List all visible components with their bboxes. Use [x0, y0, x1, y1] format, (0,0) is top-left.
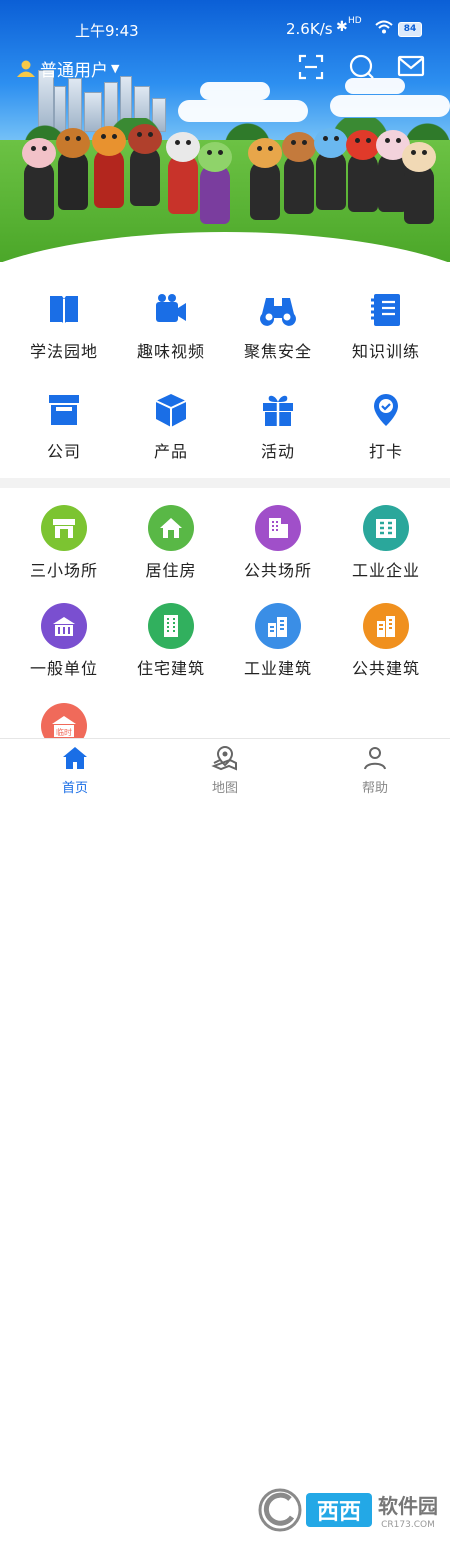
category-item-public-places[interactable]: 公共场所 [222, 505, 334, 581]
category-item-industrial-enterprise[interactable]: 工业企业 [330, 505, 442, 581]
notebook-icon [371, 294, 400, 326]
shop-icon [41, 505, 87, 551]
user-icon [17, 60, 35, 77]
category-item-industrial-building[interactable]: 工业建筑 [222, 603, 334, 679]
svg-text:软件园: 软件园 [378, 1494, 438, 1518]
svg-text:西西: 西西 [317, 1500, 361, 1525]
category-item-public-building[interactable]: 公共建筑 [330, 603, 442, 679]
public-building-icon [363, 603, 409, 649]
menu-item-study[interactable]: 学法园地 [8, 292, 120, 362]
user-type-selector[interactable]: 普通用户 ▼ [16, 56, 119, 81]
category-item-small-venues[interactable]: 三小场所 [8, 505, 120, 581]
tab-home[interactable]: 首页 [35, 745, 115, 796]
gift-icon [263, 395, 293, 426]
category-item-residence[interactable]: 居住房 [115, 505, 227, 581]
cloud [200, 82, 270, 100]
building-icon [255, 505, 301, 551]
tab-help[interactable]: 帮助 [335, 745, 415, 796]
category-item-general-unit[interactable]: 一般单位 [8, 603, 120, 679]
binoculars-icon [260, 298, 296, 326]
office-icon [41, 603, 87, 649]
bottom-tab-bar: 首页 地图 帮助 西西 软件园 CR173.COM [0, 738, 450, 1533]
scan-icon[interactable] [298, 54, 324, 84]
status-time: 上午9:43 [75, 22, 139, 40]
bluetooth-icon: ✱ [336, 19, 348, 35]
menu-item-checkin[interactable]: 打卡 [330, 392, 442, 462]
location-check-icon [374, 394, 398, 426]
menu-item-product[interactable]: 产品 [115, 392, 227, 462]
book-icon [50, 296, 78, 324]
home-icon [63, 747, 87, 769]
house-icon [148, 505, 194, 551]
map-icon [211, 745, 237, 771]
cartoon-mascots [0, 120, 450, 224]
box-icon [155, 394, 187, 427]
factory-icon [363, 505, 409, 551]
tab-map[interactable]: 地图 [185, 745, 265, 796]
video-camera-icon [156, 294, 186, 322]
section-divider [0, 478, 450, 488]
industrial-icon [255, 603, 301, 649]
menu-item-safety[interactable]: 聚焦安全 [222, 292, 334, 362]
wifi-icon [375, 20, 393, 38]
message-icon[interactable] [349, 54, 375, 84]
cloud [330, 95, 450, 117]
residential-icon [148, 603, 194, 649]
hd-indicator: HD [348, 16, 362, 26]
status-bar: 上午9:43 2.6K/s ✱ HD 84 [0, 0, 450, 60]
chevron-down-icon: ▼ [111, 62, 120, 75]
menu-item-company[interactable]: 公司 [8, 392, 120, 462]
category-item-residential-building[interactable]: 住宅建筑 [115, 603, 227, 679]
menu-item-video[interactable]: 趣味视频 [115, 292, 227, 362]
mail-icon[interactable] [397, 54, 425, 82]
user-type-label: 普通用户 [40, 61, 108, 81]
network-speed: 2.6K/s [286, 20, 333, 38]
storefront-icon [49, 395, 79, 425]
watermark-logo: 西西 软件园 CR173.COM [250, 1481, 450, 1539]
menu-item-training[interactable]: 知识训练 [330, 292, 442, 362]
svg-text:CR173.COM: CR173.COM [381, 1520, 435, 1530]
menu-item-activity[interactable]: 活动 [222, 392, 334, 462]
temporary-icon-label: 临时 [56, 727, 72, 737]
battery-icon: 84 [398, 22, 422, 37]
help-icon [364, 747, 386, 770]
